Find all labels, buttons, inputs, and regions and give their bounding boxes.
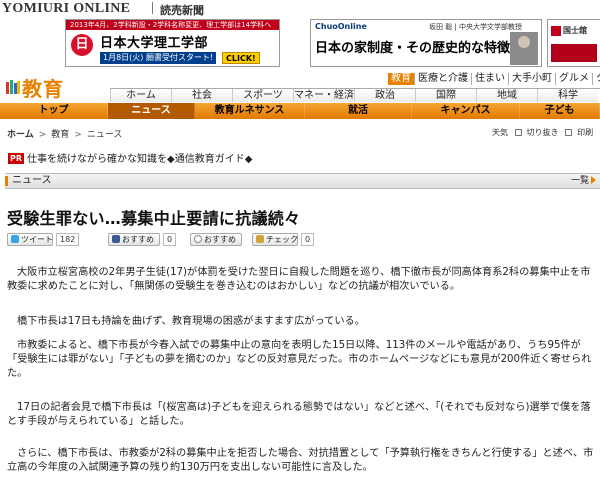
section-header: ニュース 一覧: [5, 173, 600, 189]
section-list-link[interactable]: 一覧: [571, 174, 596, 188]
nav-item-politics[interactable]: 政治: [354, 89, 415, 102]
facebook-count: 0: [163, 233, 177, 246]
nav-item-money[interactable]: マネー・経済: [293, 89, 354, 102]
tab-kids[interactable]: 子ども: [520, 103, 600, 119]
clip-icon: [514, 129, 522, 136]
mixi-check-button[interactable]: チェック: [252, 233, 298, 246]
ad-banner-chuo-online[interactable]: ChuoOnline 坂田 聡 | 中央大学文学部教授 日本の家制度・その歴史的…: [310, 19, 542, 67]
tab-renaissance[interactable]: 教育ルネサンス: [195, 103, 305, 119]
facebook-recommend-button[interactable]: おすすめ: [108, 233, 160, 246]
ad-title: 日本の家制度・その歴史的な特徴: [315, 40, 511, 55]
university-emblem-icon: 日: [71, 34, 93, 56]
site-header: YOMIURI ONLINE 読売新聞: [0, 0, 600, 18]
article-headline: 受験生罪ない…募集中止要請に抗議続々: [7, 209, 301, 228]
weather-link[interactable]: 天気: [492, 128, 508, 137]
print-label: 印刷: [577, 128, 594, 137]
tab-shukatsu[interactable]: 就活: [305, 103, 412, 119]
page-tools: 天気 切り抜き 印刷 ソー: [488, 127, 600, 138]
subnav-item-komachi[interactable]: 大手小町: [508, 73, 555, 85]
nav-item-local[interactable]: 地域: [476, 89, 537, 102]
tab-news[interactable]: ニュース: [108, 103, 195, 119]
subnav-item-medical[interactable]: 医療と介護: [414, 73, 471, 85]
clip-button[interactable]: 切り抜き: [514, 128, 559, 137]
list-link-label: 一覧: [570, 176, 589, 186]
ad-title: 日本大学理工学部: [100, 36, 209, 51]
check-label: チェック: [266, 235, 298, 244]
article-paragraph: 17日の記者会見で橋下市長は「(桜宮高は)子どもを迎えられる態勢ではない」などと…: [7, 402, 591, 427]
check-count: 0: [301, 233, 315, 246]
breadcrumb-news: ニュース: [86, 130, 123, 140]
tweet-button[interactable]: ツイート: [7, 233, 53, 246]
subnav-item-car[interactable]: クル: [592, 73, 600, 85]
article-paragraph: さらに、橋下市長は、市教委が2科の募集中止を拒否した場合、対抗措置として「予算執…: [7, 448, 594, 473]
section-logo[interactable]: 教育: [22, 73, 64, 102]
tweet-label: ツイート: [21, 235, 53, 244]
section-title: ニュース: [12, 175, 52, 186]
print-button[interactable]: 印刷: [565, 128, 593, 137]
arrow-right-icon: [591, 176, 596, 184]
ad-banner-kokushikan[interactable]: 国士舘: [547, 19, 600, 67]
breadcrumb-separator: >: [74, 130, 82, 140]
check-icon: [256, 235, 264, 243]
ad-click-button[interactable]: CLICK!: [222, 52, 260, 64]
ad-ribbon-text: 2013年4月、2学科新設・2学科名称変更、理工学部は14学科へ: [66, 20, 279, 30]
gplus-label: おすすめ: [204, 235, 236, 244]
ad-banner-nihon-univ[interactable]: 2013年4月、2学科新設・2学科名称変更、理工学部は14学科へ 日 日本大学理…: [65, 19, 280, 67]
subnav-item-housing[interactable]: 住まい: [471, 73, 508, 85]
subnav-item-gourmet[interactable]: グルメ: [555, 73, 592, 85]
tweet-count: 182: [56, 233, 80, 246]
breadcrumb-home[interactable]: ホーム: [7, 130, 34, 140]
article-paragraph: 大阪市立桜宮高校の2年男子生徒(17)が体罰を受けた翌日に自殺した問題を巡り、橋…: [7, 267, 591, 292]
header-divider: [152, 2, 153, 14]
section-nav: トップ ニュース 教育ルネサンス 就活 キャンパス 子ども: [0, 103, 600, 119]
category-subnav: 教育医療と介護住まい大手小町グルメクル: [388, 73, 600, 86]
tab-campus[interactable]: キャンパス: [412, 103, 520, 119]
site-subtitle[interactable]: 読売新聞: [160, 2, 204, 18]
books-icon: [6, 80, 20, 94]
breadcrumb-separator: >: [38, 130, 47, 140]
site-logo[interactable]: YOMIURI ONLINE: [2, 1, 130, 17]
gplus-recommend-button[interactable]: おすすめ: [190, 233, 242, 246]
author-photo-icon: [510, 32, 538, 65]
twitter-icon: [11, 235, 19, 243]
pr-link[interactable]: PR 仕事を続けながら確かな知識を◆通信教育ガイド◆: [8, 150, 253, 165]
nav-item-international[interactable]: 国際: [415, 89, 476, 102]
pr-text: 仕事を続けながら確かな知識を◆通信教育ガイド◆: [27, 154, 253, 165]
breadcrumb-education[interactable]: 教育: [51, 130, 69, 140]
print-icon: [565, 129, 573, 136]
nav-item-science[interactable]: 科学: [537, 89, 598, 102]
clip-label: 切り抜き: [526, 128, 559, 137]
ad-graphic: [551, 44, 597, 62]
global-nav: ホーム 社会 スポーツ マネー・経済 政治 国際 地域 科学: [110, 88, 600, 102]
ad-brand: ChuoOnline: [315, 22, 367, 31]
breadcrumb: ホーム > 教育 > ニュース: [7, 127, 122, 140]
ad-text: 国士舘: [563, 26, 587, 35]
section-marker: [5, 176, 8, 186]
ad-date: 1月8日(火) 願書受付スタート!: [100, 52, 217, 64]
gplus-icon: [194, 235, 202, 243]
nav-item-sports[interactable]: スポーツ: [232, 89, 293, 102]
brand-mark-icon: [551, 26, 561, 36]
article-paragraph: 市教委によると、橋下市長が今春入試での募集中止の意向を表明した15日以降、113…: [7, 340, 592, 379]
facebook-icon: [112, 235, 120, 243]
pr-badge: PR: [8, 153, 25, 164]
ad-author: 坂田 聡 | 中央大学文学部教授: [429, 23, 523, 31]
subnav-item-education[interactable]: 教育: [388, 73, 414, 85]
nav-item-society[interactable]: 社会: [171, 89, 232, 102]
facebook-label: おすすめ: [122, 235, 154, 244]
nav-item-home[interactable]: ホーム: [110, 89, 171, 102]
tab-top[interactable]: トップ: [0, 103, 108, 119]
article-paragraph: 橋下市長は17日も持論を曲げず、教育現場の困惑がますます広がっている。: [17, 316, 365, 327]
